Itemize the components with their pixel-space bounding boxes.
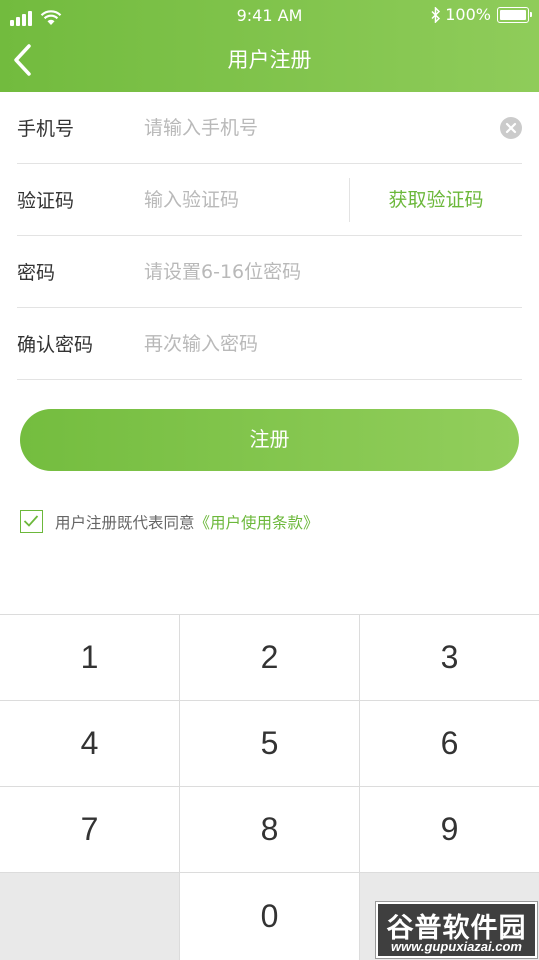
password-row: 密码: [17, 236, 522, 308]
agreement-text: 用户注册既代表同意: [55, 513, 195, 532]
register-form: 手机号 验证码 获取验证码 密码 确认密码: [17, 92, 522, 380]
phone-label: 手机号: [17, 118, 75, 140]
key-5[interactable]: 5: [180, 701, 360, 787]
code-label: 验证码: [17, 190, 75, 212]
clear-icon: [500, 117, 522, 139]
password-input[interactable]: [144, 251, 522, 292]
watermark-url: www.gupuxiazai.com: [391, 939, 522, 954]
phone-row: 手机号: [17, 92, 522, 164]
confirm-password-input[interactable]: [144, 323, 522, 364]
battery-status: 100%: [431, 5, 532, 24]
key-4[interactable]: 4: [0, 701, 180, 787]
key-3[interactable]: 3: [360, 615, 539, 701]
key-0[interactable]: 0: [180, 873, 360, 960]
battery-percent: 100%: [445, 5, 491, 24]
key-6[interactable]: 6: [360, 701, 539, 787]
terms-link[interactable]: 《用户使用条款》: [195, 511, 319, 533]
confirm-password-row: 确认密码: [17, 308, 522, 380]
bluetooth-icon: [431, 6, 441, 23]
password-label: 密码: [17, 262, 56, 284]
agreement-checkbox[interactable]: [20, 510, 43, 533]
check-icon: [23, 515, 39, 527]
nav-header: 9:41 AM 100% 用户注册: [0, 0, 539, 92]
clear-button[interactable]: [500, 117, 522, 139]
key-9[interactable]: 9: [360, 787, 539, 873]
phone-input[interactable]: [144, 107, 522, 148]
watermark-logo: 谷普软件园 www.gupuxiazai.com: [376, 902, 537, 958]
key-1[interactable]: 1: [0, 615, 180, 701]
get-code-button[interactable]: 获取验证码: [350, 164, 522, 236]
battery-icon: [497, 6, 532, 23]
key-blank: [0, 873, 180, 960]
key-7[interactable]: 7: [0, 787, 180, 873]
key-2[interactable]: 2: [180, 615, 360, 701]
page-title: 用户注册: [227, 48, 312, 72]
confirm-password-label: 确认密码: [17, 334, 94, 356]
key-8[interactable]: 8: [180, 787, 360, 873]
status-bar: 9:41 AM 100%: [0, 0, 539, 32]
register-button[interactable]: 注册: [20, 409, 519, 471]
agreement: 用户注册既代表同意 《用户使用条款》: [20, 510, 319, 533]
code-row: 验证码 获取验证码: [17, 164, 522, 236]
